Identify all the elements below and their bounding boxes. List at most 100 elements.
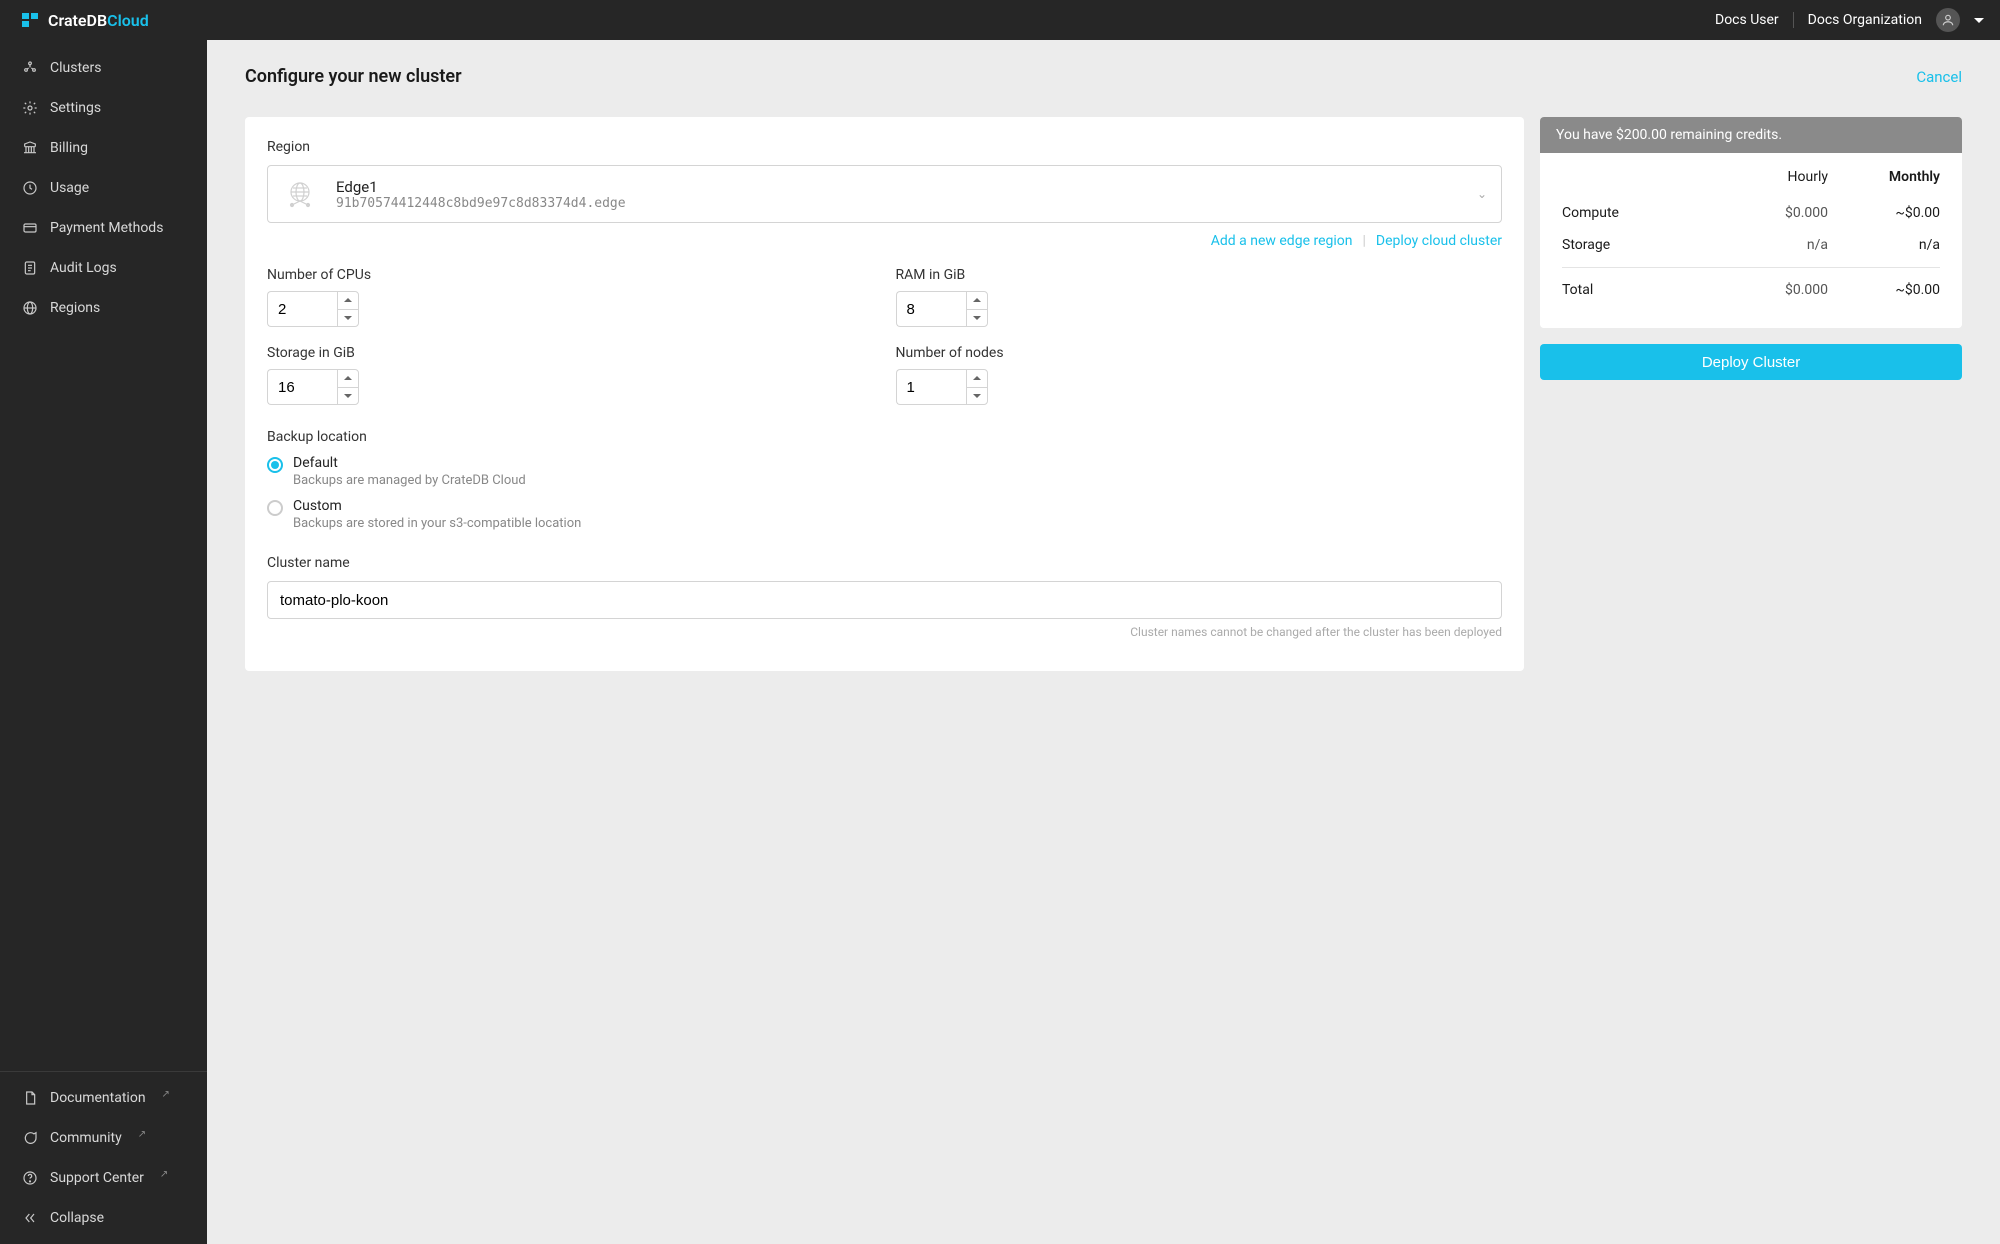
ram-step-up[interactable] [967, 292, 987, 310]
backup-option-custom[interactable]: CustomBackups are stored in your s3-comp… [267, 498, 1502, 531]
nodes-step-down[interactable] [967, 388, 987, 405]
sidebar-item-label: Regions [50, 300, 100, 316]
sidebar-item-community[interactable]: Community ↗ [0, 1118, 207, 1158]
backup-label: Backup location [267, 429, 1502, 445]
help-icon [22, 1170, 38, 1186]
page-title: Configure your new cluster [245, 66, 462, 87]
deploy-cloud-cluster-link[interactable]: Deploy cloud cluster [1376, 233, 1502, 249]
region-selector[interactable]: Edge1 91b70574412448c8bd9e97c8d83374d4.e… [267, 165, 1502, 223]
brand-part2: Cloud [107, 11, 149, 30]
external-link-icon: ↗ [138, 1129, 146, 1140]
chevron-up-icon [973, 376, 981, 380]
region-name: Edge1 [336, 178, 626, 196]
avatar[interactable] [1936, 8, 1960, 32]
sidebar-item-audit-logs[interactable]: Audit Logs [0, 248, 207, 288]
link-sep: | [1362, 233, 1365, 249]
pricing-total-hourly: $0.000 [1756, 282, 1828, 298]
cancel-link[interactable]: Cancel [1916, 68, 1962, 86]
usage-icon [22, 180, 38, 196]
cluster-name-input[interactable] [267, 581, 1502, 619]
region-id: 91b70574412448c8bd9e97c8d83374d4.edge [336, 196, 626, 211]
sidebar-item-payment-methods[interactable]: Payment Methods [0, 208, 207, 248]
brand-logo[interactable]: CrateDBCloud [22, 11, 149, 30]
sidebar-item-settings[interactable]: Settings [0, 88, 207, 128]
nodes-step-up[interactable] [967, 370, 987, 388]
nodes-input[interactable] [896, 369, 966, 405]
sidebar-item-label: Billing [50, 140, 88, 156]
topbar-sep [1793, 12, 1794, 28]
globe-icon [22, 300, 38, 316]
chevron-down-icon [344, 316, 352, 320]
sidebar-item-label: Clusters [50, 60, 101, 76]
chevron-down-icon[interactable] [1974, 18, 1984, 23]
cpu-stepper [337, 291, 359, 327]
sidebar-item-label: Support Center [50, 1170, 144, 1186]
external-link-icon: ↗ [160, 1169, 168, 1180]
pricing-row-hourly: $0.000 [1756, 205, 1828, 221]
add-edge-region-link[interactable]: Add a new edge region [1211, 233, 1353, 249]
chevron-up-icon [344, 298, 352, 302]
backup-option-default[interactable]: DefaultBackups are managed by CrateDB Cl… [267, 455, 1502, 488]
deploy-cluster-button[interactable]: Deploy Cluster [1540, 344, 1962, 380]
radio-icon [267, 500, 283, 516]
sidebar-item-label: Payment Methods [50, 220, 163, 236]
pricing-row-hourly: n/a [1756, 237, 1828, 253]
backup-option-desc: Backups are stored in your s3-compatible… [293, 516, 581, 531]
pricing-total-monthly: ~$0.00 [1868, 282, 1940, 298]
sidebar-item-label: Collapse [50, 1210, 104, 1226]
sidebar-item-label: Usage [50, 180, 89, 196]
topbar-org[interactable]: Docs Organization [1808, 12, 1922, 28]
ram-input[interactable] [896, 291, 966, 327]
ram-step-down[interactable] [967, 310, 987, 327]
region-label: Region [267, 139, 1502, 155]
sidebar-item-label: Audit Logs [50, 260, 117, 276]
sidebar-item-clusters[interactable]: Clusters [0, 48, 207, 88]
chevron-down-icon: ⌄ [1477, 187, 1487, 201]
nodes-label: Number of nodes [896, 345, 1503, 361]
storage-input[interactable] [267, 369, 337, 405]
cpu-input[interactable] [267, 291, 337, 327]
cpu-step-down[interactable] [338, 310, 358, 327]
external-link-icon: ↗ [162, 1089, 170, 1100]
card-icon [22, 220, 38, 236]
sidebar-item-documentation[interactable]: Documentation↗ [0, 1078, 207, 1118]
pricing-row: Storagen/an/a [1562, 229, 1940, 261]
sidebar-secondary: Documentation↗Community↗Support Center↗C… [0, 1071, 207, 1244]
storage-stepper [337, 369, 359, 405]
ram-label: RAM in GiB [896, 267, 1503, 283]
config-card: Region [245, 117, 1524, 671]
settings-icon [22, 100, 38, 116]
pricing-card: You have $200.00 remaining credits. Hour… [1540, 117, 1962, 328]
topbar-user[interactable]: Docs User [1715, 12, 1779, 28]
storage-step-up[interactable] [338, 370, 358, 388]
sidebar-item-collapse[interactable]: Collapse [0, 1198, 207, 1238]
sidebar-item-regions[interactable]: Regions [0, 288, 207, 328]
billing-icon [22, 140, 38, 156]
chevron-up-icon [973, 298, 981, 302]
pricing-row-label: Compute [1562, 205, 1756, 221]
chevron-down-icon [973, 394, 981, 398]
sidebar-item-support[interactable]: Support Center ↗ [0, 1158, 207, 1198]
sidebar-item-label: Settings [50, 100, 101, 116]
sidebar: Clusters Settings Billing Usage Payment Meth… [0, 40, 207, 1244]
nodes-stepper [966, 369, 988, 405]
brand-part1: CrateDB [48, 11, 107, 30]
globe-network-icon [282, 176, 318, 212]
ram-stepper [966, 291, 988, 327]
topbar: CrateDBCloud Docs User Docs Organization [0, 0, 2000, 40]
sidebar-item-label: Community [50, 1130, 122, 1146]
cluster-name-label: Cluster name [267, 555, 1502, 571]
chevron-down-icon [973, 316, 981, 320]
user-icon [1941, 13, 1955, 27]
sidebar-item-usage[interactable]: Usage [0, 168, 207, 208]
storage-step-down[interactable] [338, 388, 358, 405]
backup-option-desc: Backups are managed by CrateDB Cloud [293, 473, 526, 488]
sidebar-item-billing[interactable]: Billing [0, 128, 207, 168]
collapse-icon [22, 1210, 38, 1226]
storage-field: Storage in GiB [267, 345, 874, 405]
pricing-divider [1562, 267, 1940, 268]
chevron-up-icon [344, 376, 352, 380]
logo-mark-icon [22, 13, 40, 27]
cpu-step-up[interactable] [338, 292, 358, 310]
doc-icon [22, 1090, 38, 1106]
